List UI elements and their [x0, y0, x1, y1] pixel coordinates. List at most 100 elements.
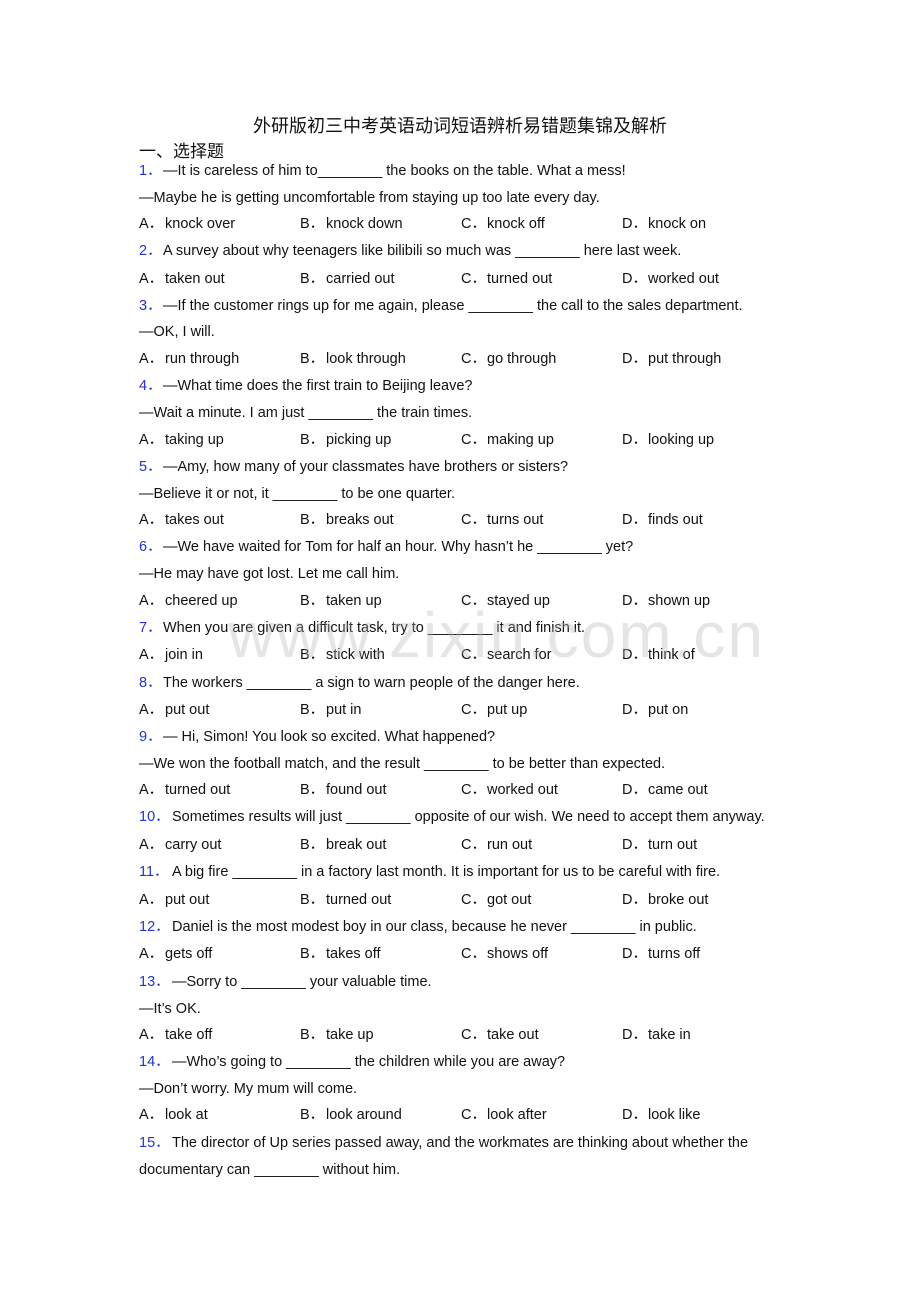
option-c[interactable]: C．put up — [461, 700, 527, 720]
option-a[interactable]: A． put out — [139, 890, 209, 910]
question-number: 9． — [139, 729, 162, 745]
question-14-line-2: —Don’t worry. My mum will come. — [139, 1081, 358, 1097]
option-b[interactable]: B． breaks out — [300, 510, 394, 530]
option-b[interactable]: B． knock down — [300, 214, 403, 234]
option-c[interactable]: C．turned out — [461, 269, 552, 289]
option-a[interactable]: A． look at — [139, 1105, 208, 1125]
question-6-stem: 6．—We have waited for Tom for half an ho… — [139, 537, 633, 557]
option-a[interactable]: A． takes out — [139, 510, 224, 530]
option-c[interactable]: C．making up — [461, 430, 554, 450]
option-b[interactable]: B． take up — [300, 1025, 374, 1045]
option-d[interactable]: D．take in — [622, 1025, 691, 1045]
question-4-line-2: —Wait a minute. I am just ________ the t… — [139, 405, 473, 421]
option-d[interactable]: D．turn out — [622, 835, 697, 855]
document-page: 外研版初三中考英语动词短语辨析易错题集锦及解析 一、选择题 1．—It is c… — [0, 0, 920, 1302]
option-b[interactable]: B． carried out — [300, 269, 395, 289]
option-b[interactable]: B． break out — [300, 835, 386, 855]
question-number: 13． — [139, 974, 170, 990]
option-d[interactable]: D．worked out — [622, 269, 719, 289]
question-1-stem: 1．—It is careless of him to________ the … — [139, 161, 626, 181]
question-text: The director of Up series passed away, a… — [172, 1135, 749, 1151]
question-3-stem: 3．—If the customer rings up for me again… — [139, 296, 743, 316]
option-c[interactable]: C．search for — [461, 645, 551, 665]
question-15-line-2: documentary can ________ without him. — [139, 1162, 401, 1178]
question-13-line-2: —It’s OK. — [139, 1001, 201, 1017]
option-b[interactable]: B． put in — [300, 700, 361, 720]
option-b[interactable]: B． picking up — [300, 430, 391, 450]
question-9-stem: 9．— Hi, Simon! You look so excited. What… — [139, 727, 495, 747]
option-c[interactable]: C．take out — [461, 1025, 539, 1045]
option-c[interactable]: C．stayed up — [461, 591, 550, 611]
option-c[interactable]: C．shows off — [461, 944, 548, 964]
option-d[interactable]: D．broke out — [622, 890, 708, 910]
question-3-line-2: —OK, I will. — [139, 324, 215, 340]
option-d[interactable]: D．shown up — [622, 591, 710, 611]
question-text: —What time does the first train to Beiji… — [163, 378, 473, 394]
section-heading: 一、选择题 — [139, 142, 224, 162]
question-number: 3． — [139, 298, 162, 314]
question-7-stem: 7．When you are given a difficult task, t… — [139, 618, 585, 638]
option-a[interactable]: A． run through — [139, 349, 239, 369]
option-c[interactable]: C．got out — [461, 890, 531, 910]
question-text: Daniel is the most modest boy in our cla… — [172, 919, 697, 935]
option-d[interactable]: D．look like — [622, 1105, 700, 1125]
option-d[interactable]: D．turns off — [622, 944, 700, 964]
question-12-stem: 12． Daniel is the most modest boy in our … — [139, 917, 697, 937]
question-text: A big fire ________ in a factory last mo… — [172, 864, 721, 880]
question-number: 1． — [139, 163, 162, 179]
question-number: 15． — [139, 1135, 170, 1151]
option-c[interactable]: C．worked out — [461, 780, 558, 800]
option-d[interactable]: D．knock on — [622, 214, 706, 234]
option-c[interactable]: C．run out — [461, 835, 532, 855]
option-a[interactable]: A． gets off — [139, 944, 212, 964]
question-5-line-2: —Believe it or not, it ________ to be on… — [139, 486, 455, 502]
question-6-line-2: —He may have got lost. Let me call him. — [139, 566, 400, 582]
question-number: 5． — [139, 459, 162, 475]
option-a[interactable]: A． turned out — [139, 780, 230, 800]
document-title: 外研版初三中考英语动词短语辨析易错题集锦及解析 — [253, 116, 667, 137]
option-a[interactable]: A． taken out — [139, 269, 225, 289]
question-13-stem: 13． —Sorry to ________ your valuable time… — [139, 972, 432, 992]
option-b[interactable]: B． found out — [300, 780, 386, 800]
question-8-stem: 8．The workers ________ a sign to warn pe… — [139, 673, 580, 693]
question-number: 10． — [139, 809, 170, 825]
question-number: 2． — [139, 243, 162, 259]
question-text: When you are given a difficult task, try… — [163, 620, 586, 636]
question-text: A survey about why teenagers like bilibi… — [163, 243, 682, 259]
question-number: 8． — [139, 675, 162, 691]
option-d[interactable]: D．put on — [622, 700, 688, 720]
question-10-stem: 10． Sometimes results will just ________ … — [139, 807, 765, 827]
question-number: 14． — [139, 1054, 170, 1070]
option-a[interactable]: A． taking up — [139, 430, 224, 450]
option-b[interactable]: B． takes off — [300, 944, 381, 964]
option-b[interactable]: B． look through — [300, 349, 406, 369]
option-a[interactable]: A． knock over — [139, 214, 235, 234]
option-b[interactable]: B． turned out — [300, 890, 391, 910]
option-b[interactable]: B． stick with — [300, 645, 385, 665]
option-d[interactable]: D．came out — [622, 780, 708, 800]
option-a[interactable]: A． carry out — [139, 835, 221, 855]
option-b[interactable]: B． look around — [300, 1105, 402, 1125]
option-c[interactable]: C．look after — [461, 1105, 547, 1125]
option-a[interactable]: A． put out — [139, 700, 209, 720]
option-a[interactable]: A． join in — [139, 645, 203, 665]
option-c[interactable]: C．knock off — [461, 214, 545, 234]
option-a[interactable]: A． take off — [139, 1025, 212, 1045]
option-c[interactable]: C．turns out — [461, 510, 543, 530]
question-text: —Who’s going to ________ the children wh… — [172, 1054, 566, 1070]
question-number: 4． — [139, 378, 162, 394]
option-c[interactable]: C．go through — [461, 349, 556, 369]
question-number: 12． — [139, 919, 170, 935]
option-d[interactable]: D．put through — [622, 349, 721, 369]
option-d[interactable]: D．think of — [622, 645, 695, 665]
question-text: Sometimes results will just ________ opp… — [172, 809, 765, 825]
option-d[interactable]: D．finds out — [622, 510, 703, 530]
question-text: —It is careless of him to________ the bo… — [163, 163, 626, 179]
question-number: 6． — [139, 539, 162, 555]
question-5-stem: 5．—Amy, how many of your classmates have… — [139, 457, 568, 477]
option-a[interactable]: A． cheered up — [139, 591, 238, 611]
option-d[interactable]: D．looking up — [622, 430, 714, 450]
option-b[interactable]: B． taken up — [300, 591, 382, 611]
question-number: 11． — [139, 864, 169, 880]
question-1-line-2: —Maybe he is getting uncomfortable from … — [139, 190, 600, 206]
